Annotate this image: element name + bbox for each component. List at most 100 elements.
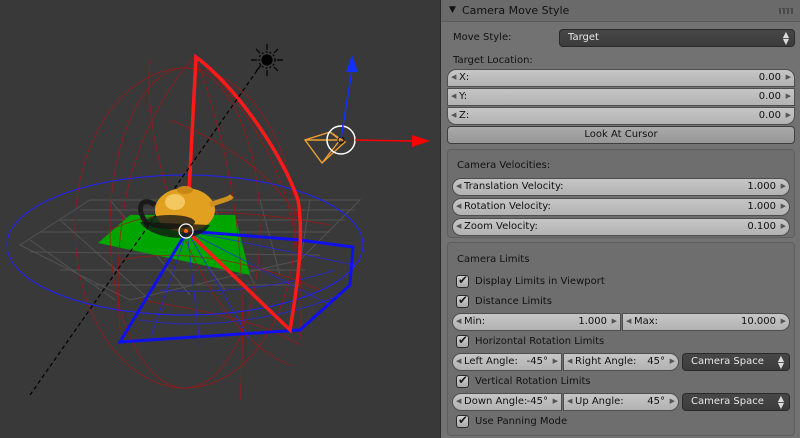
target-z-value: 0.00 [758, 110, 781, 121]
arrow-left-icon[interactable]: ◀ [456, 222, 461, 230]
left-angle-value: -45° [526, 356, 548, 367]
translation-velocity-field[interactable]: ◀ Translation Velocity: 1.000 ▶ [452, 178, 790, 196]
updown-arrow-icon: ▲ ▼ [777, 394, 784, 410]
panel-header[interactable]: ▼ Camera Move Style [441, 0, 800, 22]
arrow-left-icon[interactable]: ◀ [456, 202, 461, 210]
translation-velocity-key: Translation Velocity: [464, 181, 564, 192]
down-angle-key: Down Angle: [464, 396, 528, 407]
vertical-space-select[interactable]: Camera Space ▲ ▼ [682, 393, 790, 411]
arrow-left-icon[interactable]: ◀ [451, 73, 456, 81]
distance-min-field[interactable]: ◀ Min: 1.000 ▶ [452, 313, 621, 331]
distance-min-value: 1.000 [578, 316, 607, 327]
target-z-key: Z: [459, 110, 470, 121]
display-limits-checkbox[interactable]: ✔ [456, 273, 469, 288]
target-y-value: 0.00 [758, 91, 781, 102]
distance-limits-label[interactable]: Distance Limits [475, 296, 552, 307]
rotation-velocity-value: 1.000 [747, 201, 776, 212]
panel-grip-icon[interactable] [779, 8, 793, 14]
updown-arrow-icon: ▲ ▼ [777, 354, 784, 370]
triangle-down-icon[interactable]: ▼ [449, 5, 456, 15]
display-limits-label[interactable]: Display Limits in Viewport [475, 276, 605, 287]
rotation-velocity-field[interactable]: ◀ Rotation Velocity: 1.000 ▶ [452, 198, 790, 216]
check-icon: ✔ [458, 333, 469, 347]
left-angle-field[interactable]: ◀ Left Angle: -45° ▶ [452, 353, 562, 371]
look-at-cursor-button[interactable]: Look At Cursor [447, 126, 795, 144]
limits-box: Camera Limits ✔ Display Limits in Viewpo… [447, 242, 795, 436]
horizontal-space-value: Camera Space [691, 356, 764, 367]
distance-min-key: Min: [464, 316, 486, 327]
velocities-label: Camera Velocities: [457, 160, 551, 171]
arrow-right-icon[interactable]: ▶ [786, 111, 791, 119]
camera-object [303, 131, 347, 165]
arrow-left-icon[interactable]: ◀ [626, 317, 631, 325]
horizontal-limits-checkbox[interactable]: ✔ [456, 333, 469, 348]
arrow-right-icon[interactable]: ▶ [612, 317, 617, 325]
arrow-right-icon[interactable]: ▶ [781, 202, 786, 210]
arrow-right-icon[interactable]: ▶ [670, 397, 675, 405]
translation-velocity-value: 1.000 [747, 181, 776, 192]
rotation-velocity-key: Rotation Velocity: [464, 201, 551, 212]
arrow-left-icon[interactable]: ◀ [456, 357, 461, 365]
move-style-select[interactable]: Target ▲ ▼ [559, 29, 795, 47]
x-axis [354, 139, 414, 142]
arrow-left-icon[interactable]: ◀ [451, 111, 456, 119]
check-icon: ✔ [458, 273, 469, 287]
check-icon: ✔ [458, 293, 469, 307]
arrow-left-icon[interactable]: ◀ [567, 397, 572, 405]
updown-arrow-icon: ▲ ▼ [782, 30, 789, 46]
target-y-field[interactable]: ◀ Y: 0.00 ▶ [447, 88, 795, 106]
arrow-left-icon[interactable]: ◀ [456, 397, 461, 405]
down-angle-value: -45° [526, 396, 548, 407]
arrow-right-icon[interactable]: ▶ [781, 317, 786, 325]
arrow-right-icon[interactable]: ▶ [786, 73, 791, 81]
down-angle-field[interactable]: ◀ Down Angle: -45° ▶ [452, 393, 562, 411]
target-location-label: Target Location: [453, 55, 533, 66]
arrow-right-icon[interactable]: ▶ [553, 397, 558, 405]
panning-mode-checkbox[interactable]: ✔ [456, 413, 469, 428]
properties-panel: ▼ Camera Move Style Move Style: Target ▲… [440, 0, 800, 438]
vertical-limits-checkbox[interactable]: ✔ [456, 373, 469, 388]
lamp-object [251, 44, 283, 76]
right-angle-key: Right Angle: [575, 356, 637, 367]
panel-title: Camera Move Style [462, 4, 570, 17]
distance-limits-checkbox[interactable]: ✔ [456, 293, 469, 308]
right-angle-value: 45° [647, 356, 665, 367]
target-x-field[interactable]: ◀ X: 0.00 ▶ [447, 69, 795, 87]
up-angle-value: 45° [647, 396, 665, 407]
arrow-right-icon[interactable]: ▶ [553, 357, 558, 365]
arrow-right-icon[interactable]: ▶ [781, 182, 786, 190]
target-y-key: Y: [459, 91, 468, 102]
up-angle-field[interactable]: ◀ Up Angle: 45° ▶ [563, 393, 679, 411]
arrow-left-icon[interactable]: ◀ [567, 357, 572, 365]
viewport-scene [6, 44, 430, 401]
panning-mode-label[interactable]: Use Panning Mode [475, 416, 567, 427]
vertical-space-value: Camera Space [691, 396, 764, 407]
move-style-value: Target [568, 32, 599, 43]
arrow-left-icon[interactable]: ◀ [456, 182, 461, 190]
left-angle-key: Left Angle: [464, 356, 518, 367]
distance-max-value: 10.000 [741, 316, 776, 327]
right-angle-field[interactable]: ◀ Right Angle: 45° ▶ [563, 353, 679, 371]
horizontal-space-select[interactable]: Camera Space ▲ ▼ [682, 353, 790, 371]
vertical-limits-label[interactable]: Vertical Rotation Limits [475, 376, 591, 387]
3d-viewport[interactable] [0, 0, 440, 438]
zoom-velocity-key: Zoom Velocity: [464, 221, 538, 232]
arrow-right-icon[interactable]: ▶ [781, 222, 786, 230]
horizontal-limits-label[interactable]: Horizontal Rotation Limits [475, 336, 604, 347]
arrow-left-icon[interactable]: ◀ [451, 92, 456, 100]
arrow-right-icon[interactable]: ▶ [670, 357, 675, 365]
distance-max-key: Max: [634, 316, 659, 327]
target-x-key: X: [459, 72, 470, 83]
move-style-label: Move Style: [453, 32, 512, 43]
check-icon: ✔ [458, 373, 469, 387]
zoom-velocity-value: 0.100 [747, 221, 776, 232]
target-x-value: 0.00 [758, 72, 781, 83]
target-z-field[interactable]: ◀ Z: 0.00 ▶ [447, 107, 795, 125]
arrow-left-icon[interactable]: ◀ [456, 317, 461, 325]
check-icon: ✔ [458, 413, 469, 427]
arrow-right-icon[interactable]: ▶ [786, 92, 791, 100]
distance-max-field[interactable]: ◀ Max: 10.000 ▶ [622, 313, 790, 331]
velocities-box: Camera Velocities: ◀ Translation Velocit… [447, 149, 795, 238]
up-angle-key: Up Angle: [575, 396, 624, 407]
zoom-velocity-field[interactable]: ◀ Zoom Velocity: 0.100 ▶ [452, 218, 790, 236]
